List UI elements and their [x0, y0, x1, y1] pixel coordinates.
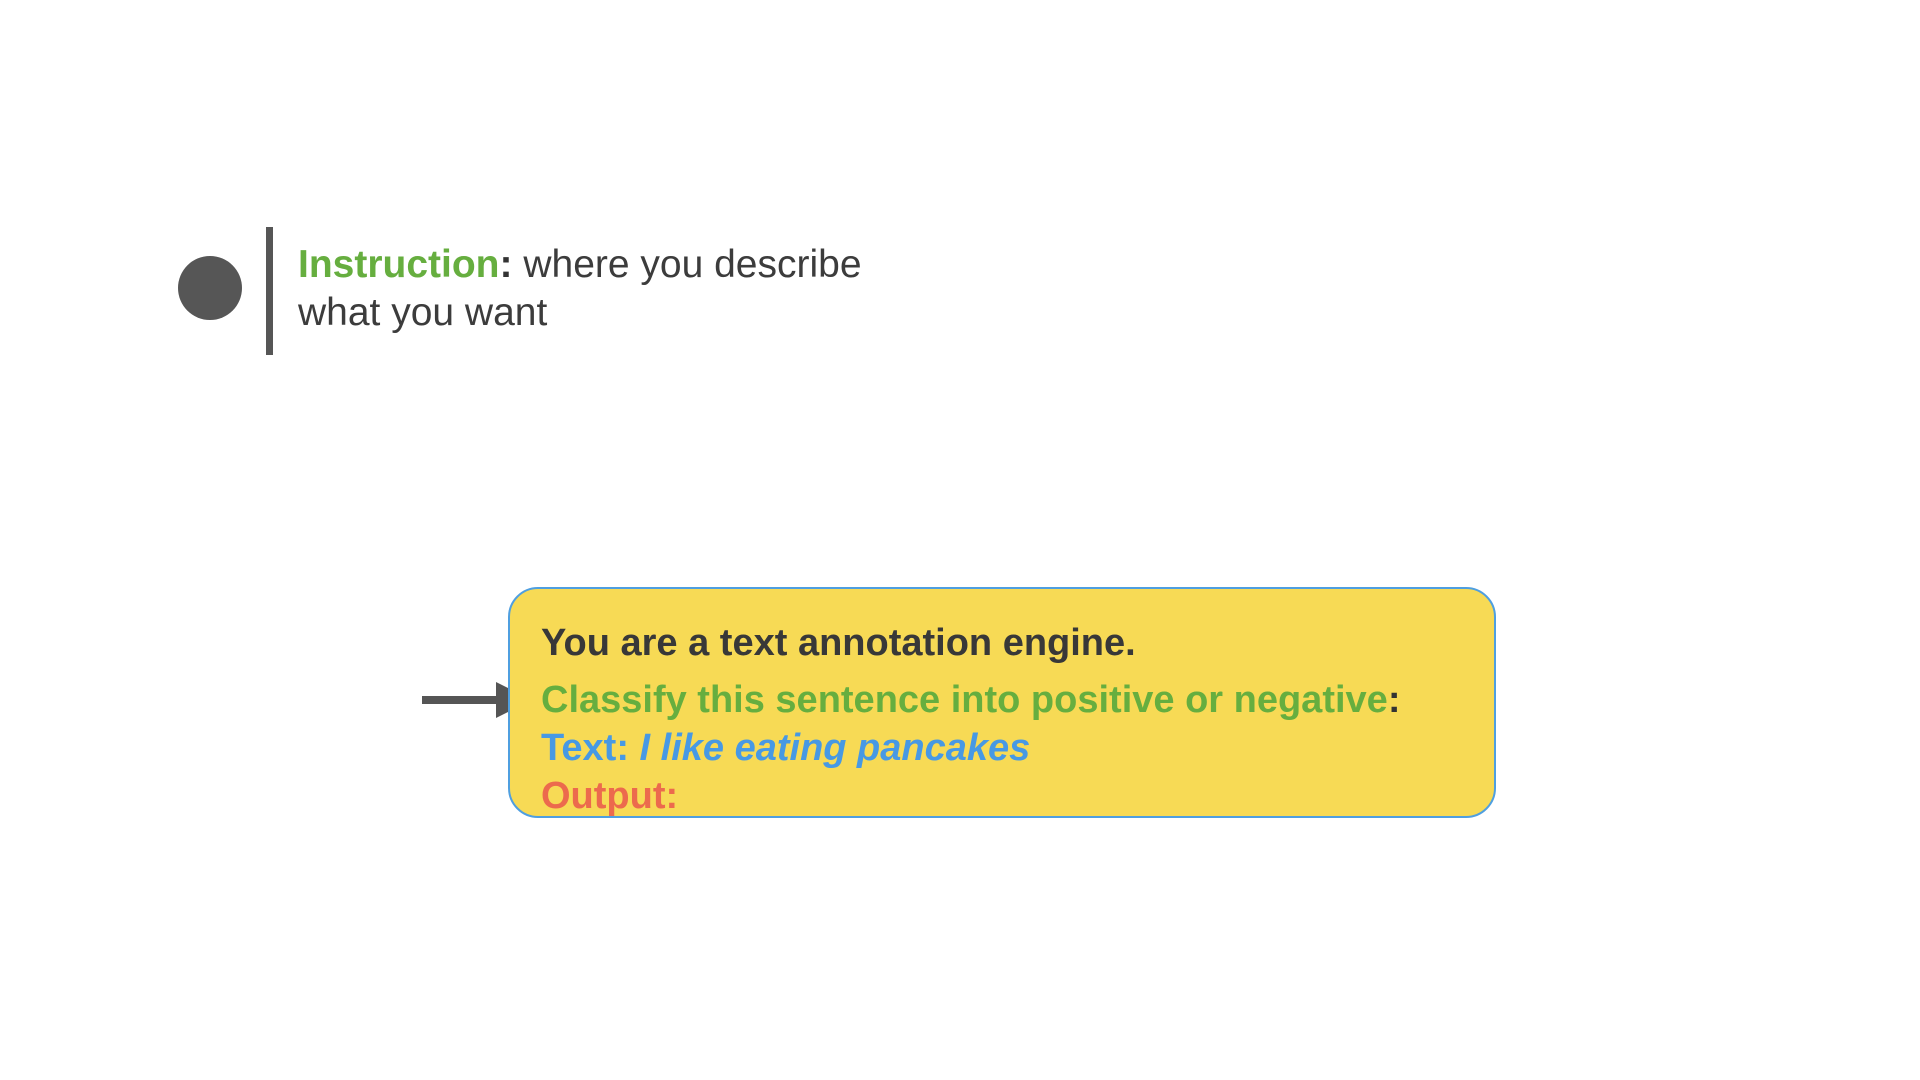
role-line: You are a text annotation engine.: [541, 622, 1136, 664]
prompt-box: You are a text annotation engine. Classi…: [508, 587, 1496, 818]
input-label: Text:: [541, 727, 629, 769]
instruction-colon: :: [1387, 679, 1401, 721]
legend-colon: :: [499, 243, 513, 286]
legend-divider-bar: [266, 227, 273, 355]
legend-text: Instruction: where you describe what you…: [298, 241, 938, 337]
legend-term: Instruction: [298, 243, 500, 286]
instruction-line: Classify this sentence into positive or …: [541, 676, 1494, 724]
input-value: I like eating pancakes: [639, 727, 1031, 769]
output-label: Output:: [541, 775, 679, 817]
bullet-dot-icon: [178, 256, 242, 320]
instruction-text: Classify this sentence into positive or …: [541, 679, 1388, 721]
instruction-legend: Instruction: where you describe what you…: [178, 225, 938, 357]
input-line: Text: I like eating pancakes: [541, 724, 1494, 772]
